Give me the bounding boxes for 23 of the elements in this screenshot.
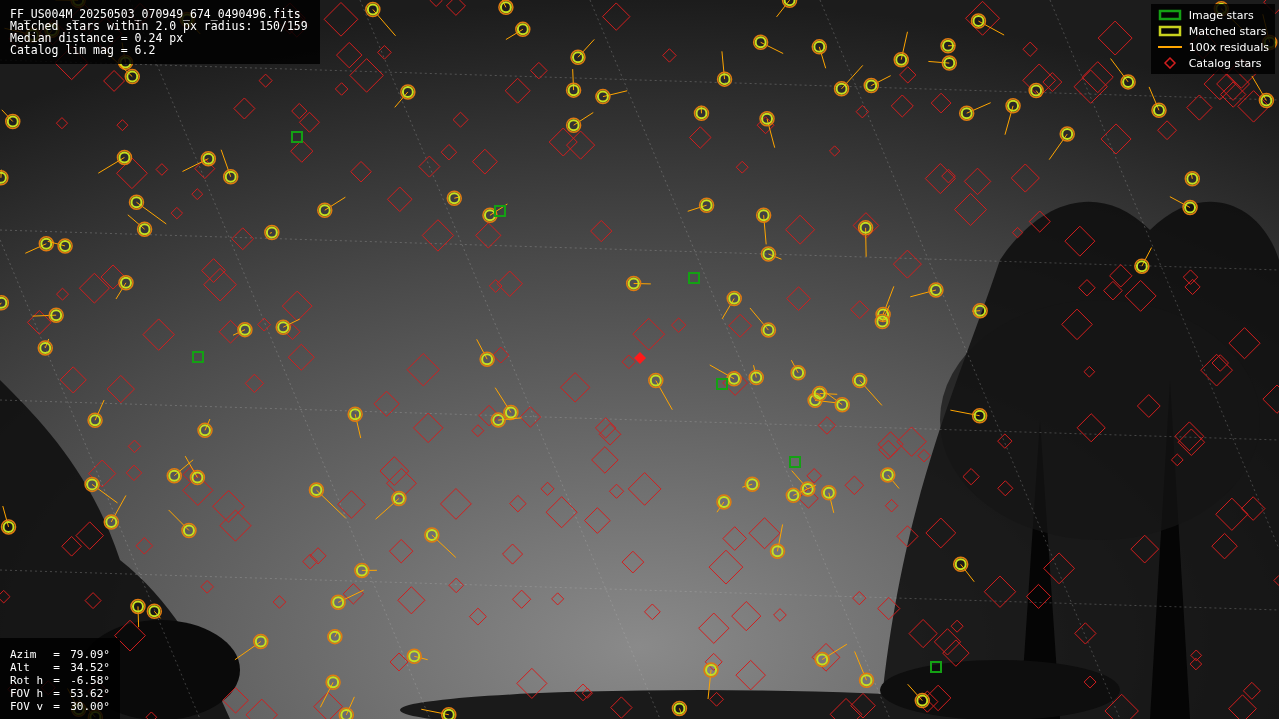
info-text: Catalog lim mag = 6.2 bbox=[10, 44, 157, 56]
info-text: Median distance = 0.24 px bbox=[10, 32, 184, 44]
equals-sign: = bbox=[53, 648, 61, 661]
legend-label: 100x residuals bbox=[1188, 40, 1269, 54]
pointing-label: Alt bbox=[10, 661, 31, 674]
pointing-label: FOV v bbox=[10, 700, 44, 713]
legend-label: Catalog stars bbox=[1188, 56, 1262, 70]
pointing-value: 30.00° bbox=[70, 700, 110, 713]
pointing-value: 79.09° bbox=[70, 648, 110, 661]
pointing-value: 34.52° bbox=[70, 661, 110, 674]
equals-sign: = bbox=[53, 700, 61, 713]
pointing-value: 53.62° bbox=[70, 687, 110, 700]
legend-label: Image stars bbox=[1188, 8, 1254, 22]
legend-label: Matched stars bbox=[1188, 24, 1267, 38]
pointing-value: -6.58° bbox=[70, 674, 110, 687]
info-text: Matched stars within 2.0 px radius: 150/159 bbox=[10, 20, 309, 32]
equals-sign: = bbox=[53, 661, 61, 674]
pointing-label: Azim bbox=[10, 648, 38, 661]
info-text: FF_US004M_20250503_070949_674_0490496.fits bbox=[10, 8, 302, 20]
equals-sign: = bbox=[53, 687, 61, 700]
pointing-label: FOV h bbox=[10, 687, 44, 700]
pointing-label: Rot h bbox=[10, 674, 44, 687]
equals-sign: = bbox=[53, 674, 61, 687]
